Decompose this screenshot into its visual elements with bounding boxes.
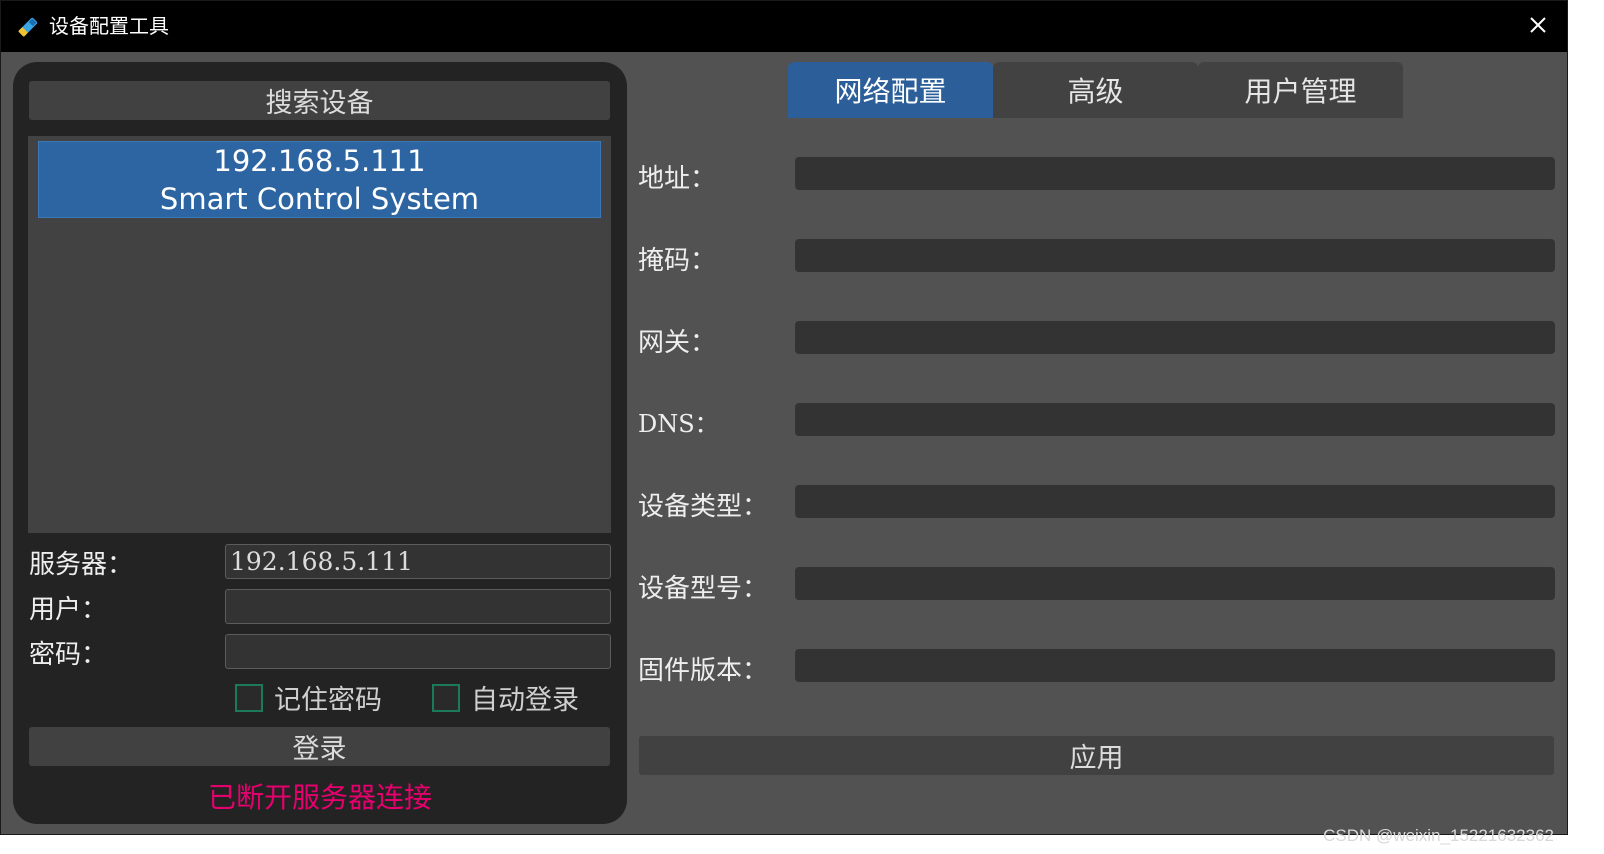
firmware-version-input[interactable] xyxy=(795,649,1555,682)
tab-network-config[interactable]: 网络配置 xyxy=(788,62,993,118)
gateway-label: 网关： xyxy=(638,328,717,358)
user-label: 用户： xyxy=(29,595,108,625)
window-title: 设备配置工具 xyxy=(49,14,169,38)
remember-password-label: 记住密码 xyxy=(274,685,382,716)
device-list[interactable]: 192.168.5.111 Smart Control System xyxy=(28,136,611,533)
device-type-label: 设备类型： xyxy=(638,492,769,522)
watermark: CSDN @weixin_15221632362 xyxy=(1323,826,1554,845)
device-list-item[interactable]: 192.168.5.111 Smart Control System xyxy=(38,141,601,218)
auto-login-label: 自动登录 xyxy=(471,685,579,716)
dns-input[interactable] xyxy=(795,403,1555,436)
config-tabs: 网络配置 高级 用户管理 xyxy=(788,62,1403,118)
device-name: Smart Control System xyxy=(159,182,480,216)
close-button[interactable] xyxy=(1519,9,1557,45)
server-label: 服务器： xyxy=(29,550,134,580)
login-panel: 搜索设备 192.168.5.111 Smart Control System … xyxy=(13,62,627,824)
address-label: 地址： xyxy=(638,164,717,194)
server-input[interactable]: 192.168.5.111 xyxy=(225,544,611,579)
device-ip: 192.168.5.111 xyxy=(213,144,426,178)
search-devices-button[interactable]: 搜索设备 xyxy=(29,81,610,120)
dns-label: DNS： xyxy=(638,410,719,438)
login-button[interactable]: 登录 xyxy=(29,727,610,766)
password-input[interactable] xyxy=(225,634,611,669)
auto-login-box[interactable] xyxy=(432,683,460,712)
remember-password-checkbox[interactable]: 记住密码 xyxy=(235,678,382,717)
address-input[interactable] xyxy=(795,157,1555,190)
device-model-label: 设备型号： xyxy=(638,574,769,604)
password-label: 密码： xyxy=(29,640,108,670)
device-type-input[interactable] xyxy=(795,485,1555,518)
wrench-icon xyxy=(15,14,41,40)
title-bar: 设备配置工具 xyxy=(1,1,1567,52)
tab-user-management[interactable]: 用户管理 xyxy=(1198,62,1403,118)
mask-input[interactable] xyxy=(795,239,1555,272)
apply-button[interactable]: 应用 xyxy=(639,736,1554,775)
device-model-input[interactable] xyxy=(795,567,1555,600)
remember-password-box[interactable] xyxy=(235,683,263,712)
app-window: 设备配置工具 搜索设备 192.168.5.111 Smart Control … xyxy=(0,0,1568,835)
user-input[interactable] xyxy=(225,589,611,624)
connection-status: 已断开服务器连接 xyxy=(207,781,432,814)
auto-login-checkbox[interactable]: 自动登录 xyxy=(432,678,579,717)
gateway-input[interactable] xyxy=(795,321,1555,354)
close-icon xyxy=(1529,16,1547,38)
mask-label: 掩码： xyxy=(638,246,717,276)
firmware-version-label: 固件版本： xyxy=(638,656,769,686)
tab-advanced[interactable]: 高级 xyxy=(993,62,1198,118)
